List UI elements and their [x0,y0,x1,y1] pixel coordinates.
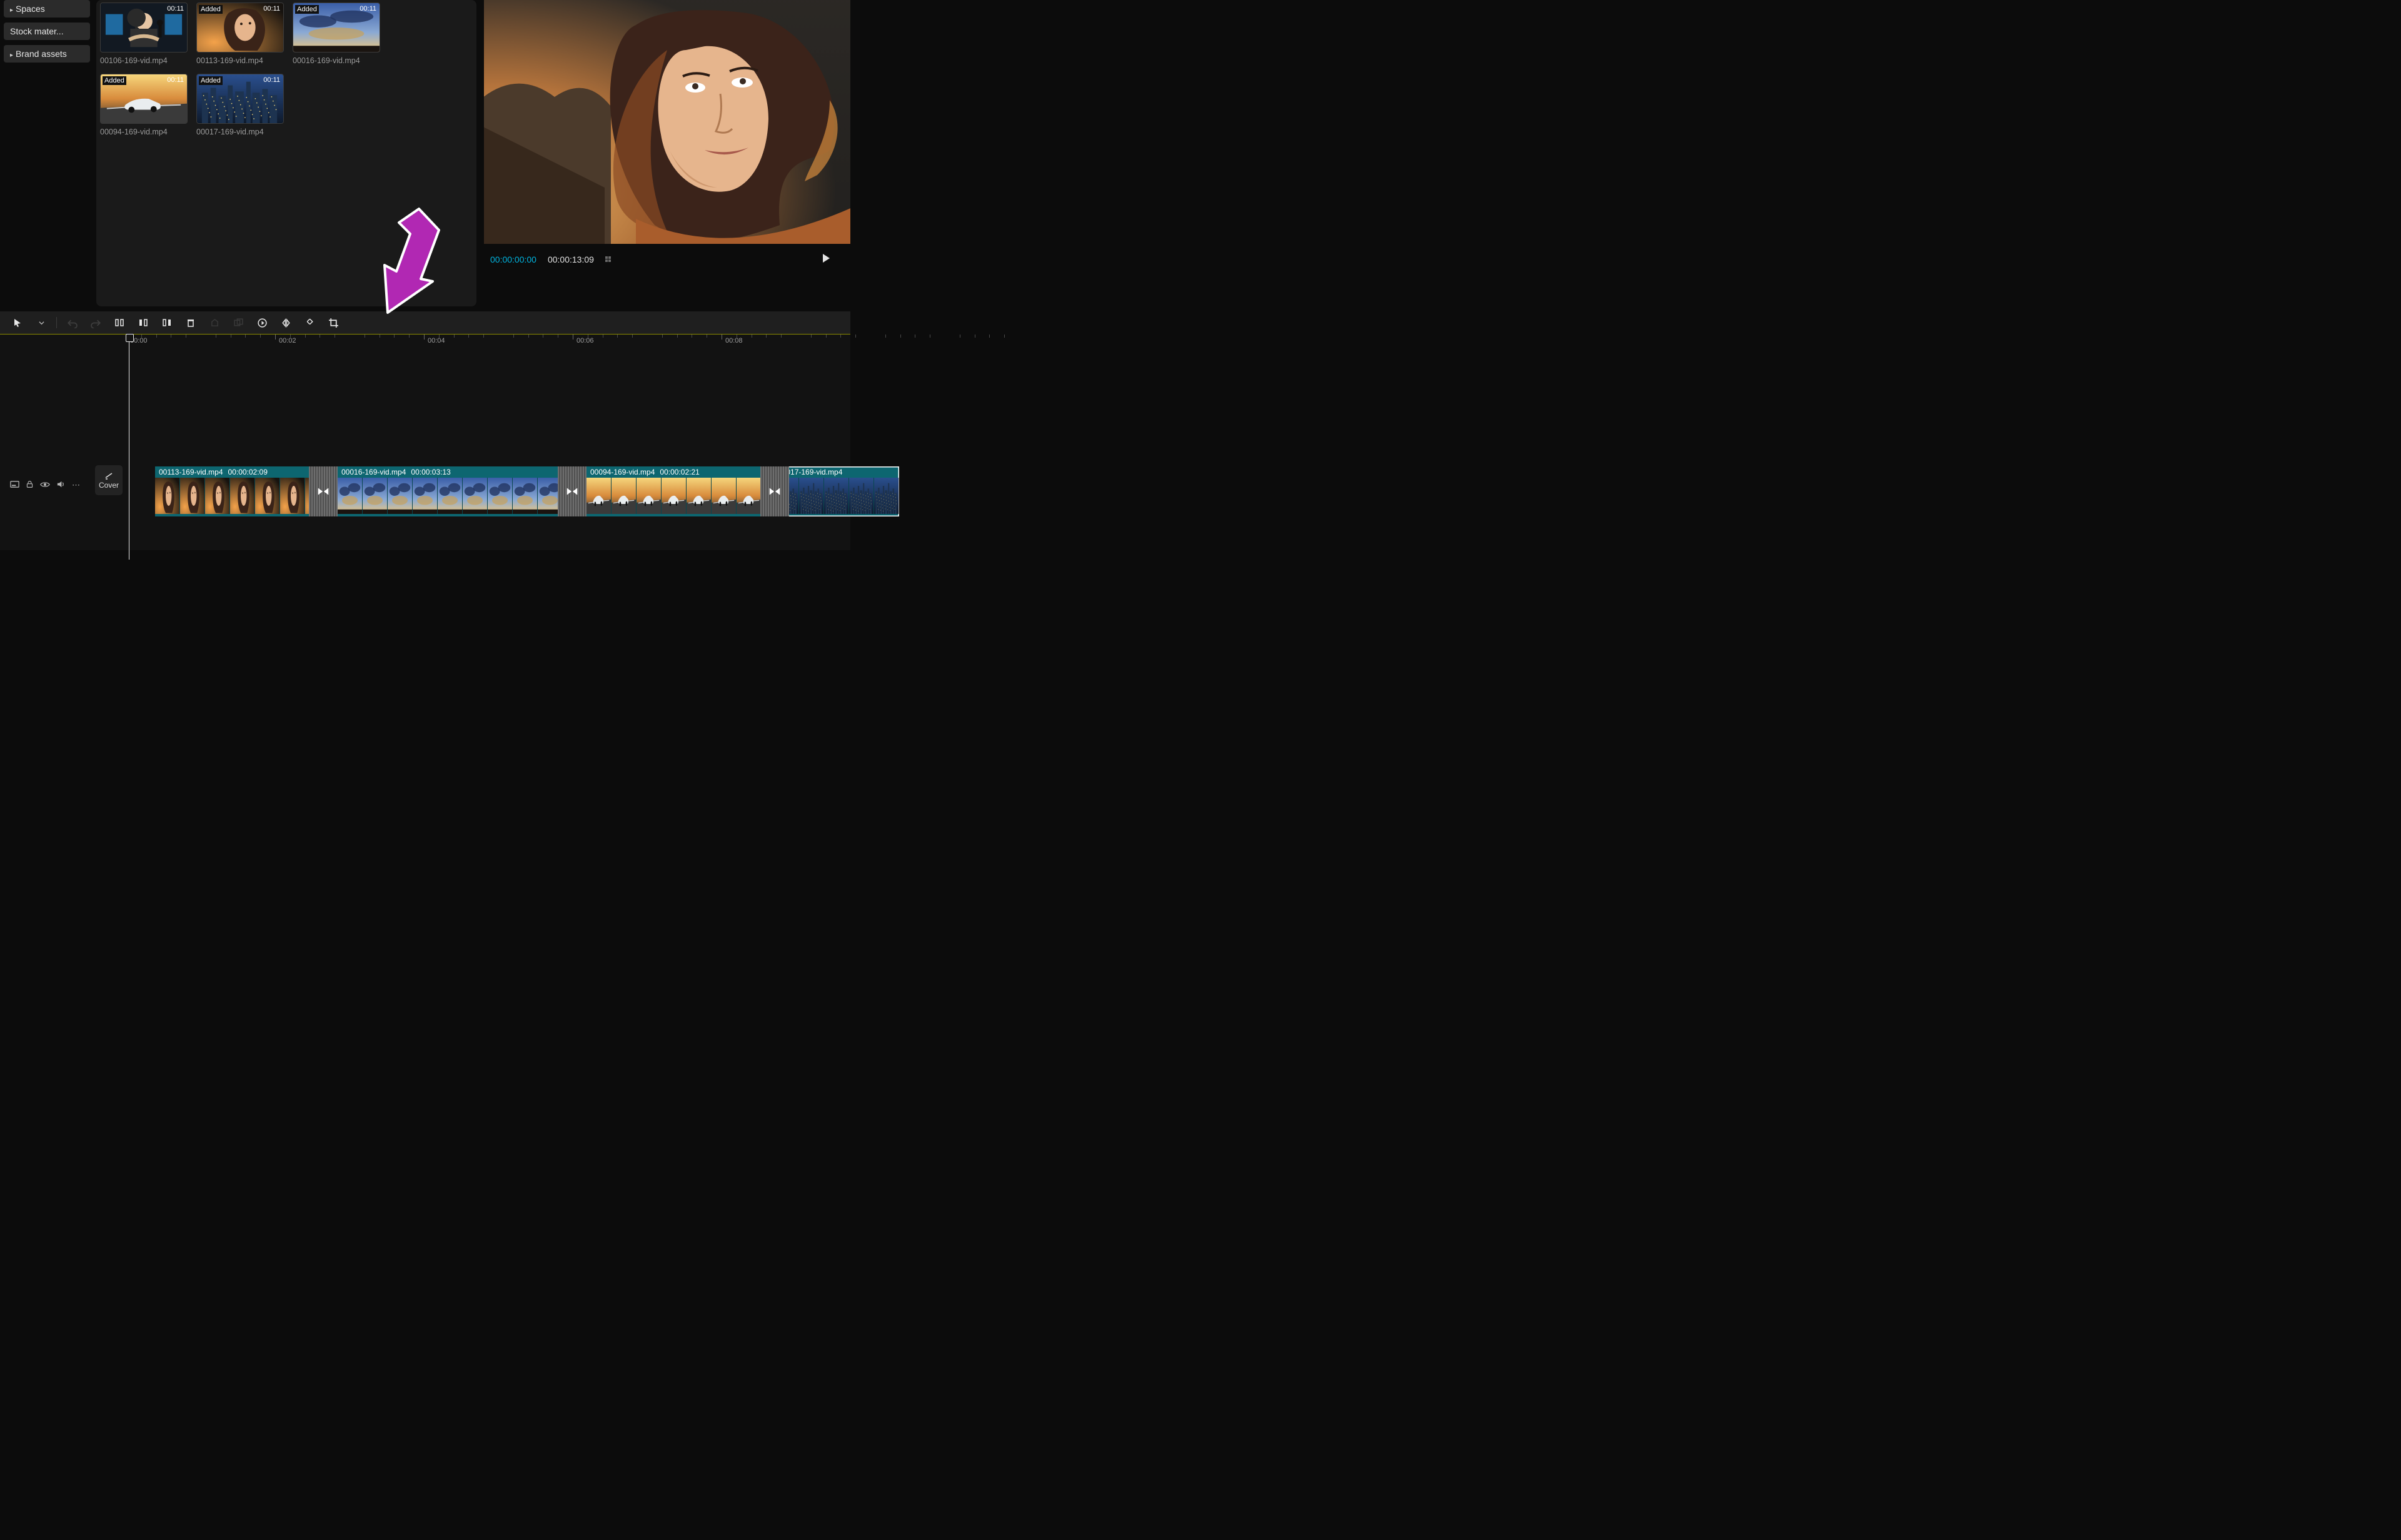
added-badge: Added [103,76,126,85]
preview-panel: 00:00:00:00 00:00:13:09 [484,0,850,306]
mirror-icon[interactable] [279,316,292,329]
media-duration: 00:11 [360,5,376,13]
split-icon[interactable] [113,316,126,329]
delete-icon[interactable] [184,316,197,329]
media-duration: 00:11 [167,5,184,13]
select-icon[interactable] [11,316,24,329]
sidebar-item-stock[interactable]: Stock mater... [4,23,90,40]
annotation-arrow [350,204,444,320]
group-icon[interactable] [232,316,244,329]
media-filename: 00106-169-vid.mp4 [100,56,188,65]
media-thumb[interactable]: Added 00:11 [196,74,284,124]
clip-duration: 00:00:02:21 [660,468,699,476]
cover-label: Cover [99,481,119,490]
timecode-total: 00:00:13:09 [548,254,594,264]
added-badge: Added [199,76,223,85]
timeline-clip[interactable]: 00016-169-vid.mp4 00:00:03:13 [338,466,586,516]
clip-name: 00016-169-vid.mp4 [341,468,406,476]
media-thumb[interactable]: Added 00:11 [100,74,188,124]
clip-name: 00113-169-vid.mp4 [159,468,223,476]
media-duration: 00:11 [167,76,184,84]
added-badge: Added [295,5,319,14]
media-filename: 00016-169-vid.mp4 [293,56,380,65]
media-duration: 00:11 [263,76,280,84]
split-right-icon[interactable] [161,316,173,329]
media-duration: 00:11 [263,5,280,13]
media-thumb[interactable]: 00:11 [100,3,188,53]
clip-duration: 00:00:02:09 [228,468,268,476]
captions-toggle-icon[interactable] [10,480,19,491]
transition[interactable] [309,466,338,516]
sidebar-item-brand[interactable]: Brand assets [4,45,90,63]
ruler-tick: 00:04 [428,337,445,345]
timeline-ruler[interactable]: 00:0000:0200:0400:0600:08 [0,334,850,350]
added-badge: Added [199,5,223,14]
rotate-icon[interactable] [303,316,316,329]
media-filename: 00017-169-vid.mp4 [196,128,284,136]
crop-icon[interactable] [327,316,340,329]
ruler-tick: 00:06 [576,337,594,345]
play-button[interactable] [820,253,832,266]
sidebar: Spaces Stock mater... Brand assets [0,0,94,306]
video-track[interactable]: 00113-169-vid.mp4 00:00:02:09 [123,350,850,550]
grid-view-icon[interactable] [605,256,611,262]
lock-icon[interactable] [26,480,34,490]
timeline-clip[interactable]: 00094-169-vid.mp4 00:00:02:21 [586,466,774,516]
media-thumb[interactable]: Added 00:11 [293,3,380,53]
ruler-tick: 00:08 [725,337,743,345]
media-filename: 00094-169-vid.mp4 [100,128,188,136]
ruler-tick: 00:02 [279,337,296,345]
select-dropdown-icon[interactable] [35,316,48,329]
reverse-speed-icon[interactable] [256,316,268,329]
clip-name: 00094-169-vid.mp4 [590,468,655,476]
cover-button[interactable]: Cover [95,465,123,495]
transition[interactable] [558,466,586,516]
marker-icon[interactable] [208,316,221,329]
split-left-icon[interactable] [137,316,149,329]
transition[interactable] [760,466,789,516]
visibility-icon[interactable] [40,480,50,491]
more-icon[interactable]: ⋯ [72,480,80,490]
timeline-clip[interactable]: 00017-169-vid.mp4 [774,466,899,516]
media-filename: 00113-169-vid.mp4 [196,56,284,65]
sidebar-item-spaces[interactable]: Spaces [4,0,90,18]
preview-viewport[interactable] [484,0,850,244]
redo-icon[interactable] [89,316,102,329]
timecode-current: 00:00:00:00 [490,254,536,264]
clip-duration: 00:00:03:13 [411,468,450,476]
media-thumb[interactable]: Added 00:11 [196,3,284,53]
audio-icon[interactable] [56,480,66,491]
undo-icon[interactable] [66,316,78,329]
